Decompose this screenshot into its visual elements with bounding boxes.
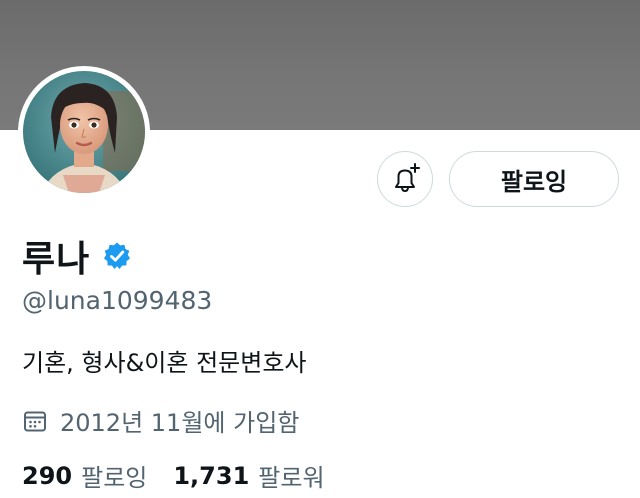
following-button[interactable]: 팔로잉 [449, 151, 619, 207]
profile-name-row: 루나 [22, 230, 132, 282]
verified-badge-icon[interactable] [102, 241, 132, 271]
followers-stat[interactable]: 1,731 팔로워 [173, 458, 324, 493]
user-handle: @luna1099483 [22, 286, 213, 315]
following-stat[interactable]: 290 팔로잉 [22, 458, 147, 493]
notifications-button[interactable] [377, 151, 433, 207]
join-date-text: 2012년 11월에 가입함 [60, 409, 300, 437]
following-count: 290 [22, 461, 73, 490]
followers-count: 1,731 [173, 461, 250, 490]
followers-label: 팔로워 [258, 464, 325, 492]
avatar[interactable] [18, 66, 150, 198]
join-date-row: 2012년 11월에 가입함 [22, 403, 299, 438]
calendar-icon [24, 411, 46, 431]
follow-stats: 290 팔로잉 1,731 팔로워 [22, 458, 325, 493]
display-name: 루나 [22, 239, 91, 280]
bell-plus-icon [395, 163, 420, 193]
profile-bio: 기혼, 형사&이혼 전문변호사 [22, 349, 307, 377]
avatar-image [23, 71, 145, 193]
following-label: 팔로잉 [81, 464, 148, 492]
